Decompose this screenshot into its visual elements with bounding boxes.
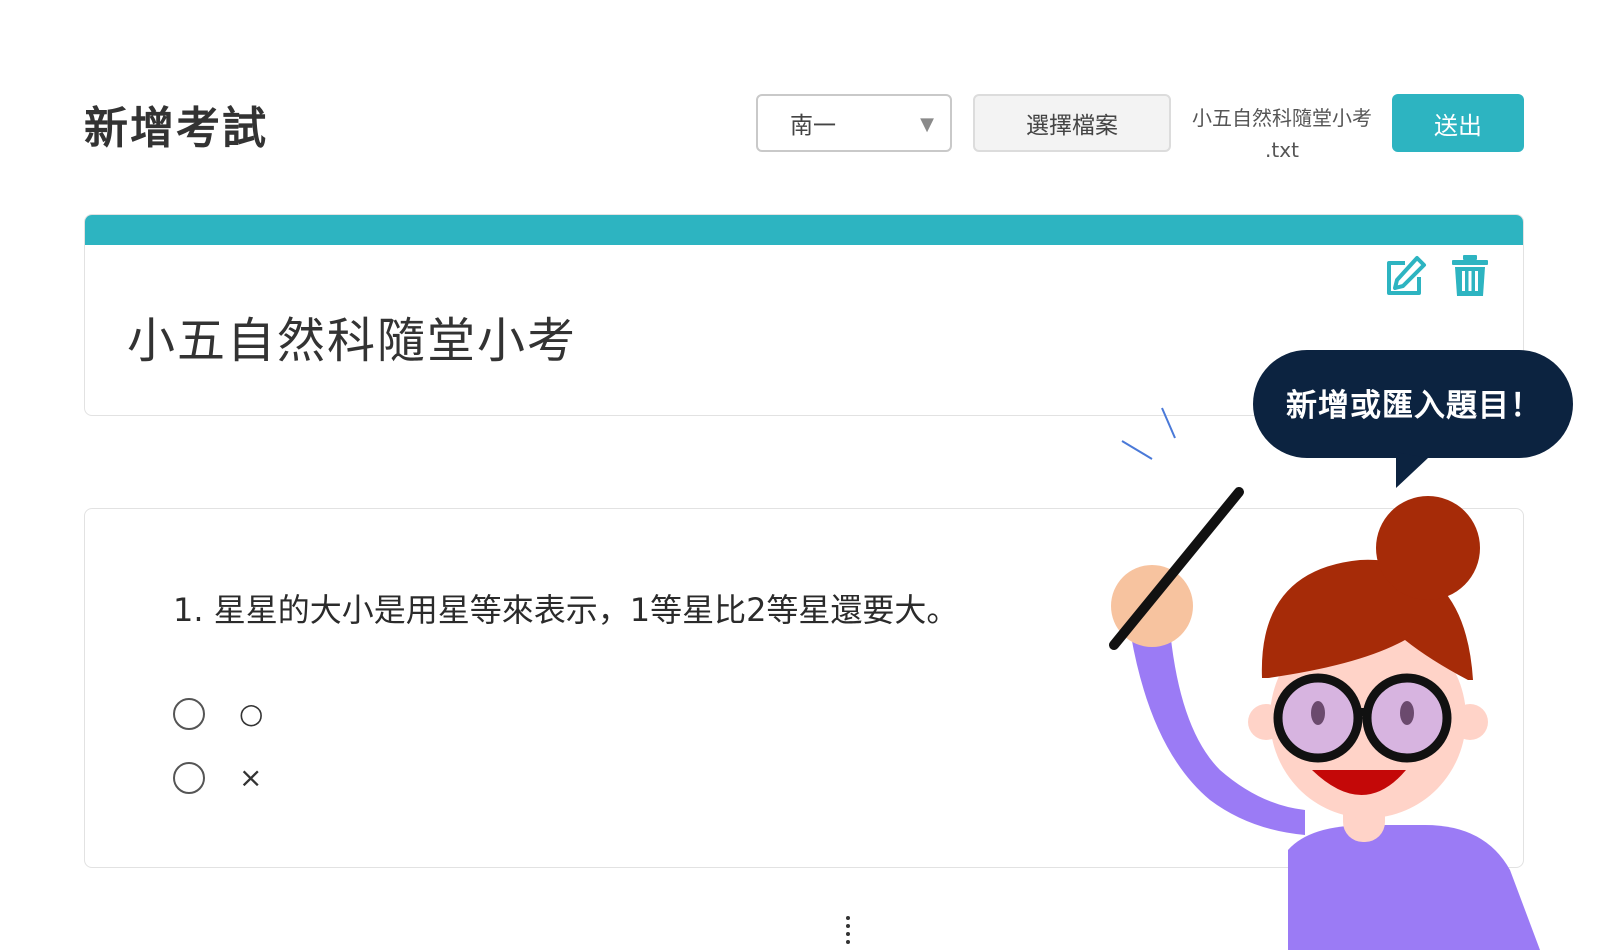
question-text: 1. 星星的大小是用星等來表示，1等星比2等星還要大。 (173, 591, 959, 629)
exam-title: 小五自然科隨堂小考 (127, 313, 578, 369)
radio-icon[interactable] (173, 761, 205, 794)
choose-file-button[interactable]: 選擇檔案 (973, 94, 1171, 152)
exam-card-accent-bar (85, 215, 1523, 245)
option-label: ○ (239, 697, 264, 730)
drag-handle-icon[interactable] (844, 914, 852, 950)
speech-bubble-text: 新增或匯入題目！ (1286, 388, 1542, 424)
option-circle[interactable]: ○ (173, 697, 263, 730)
submit-button[interactable]: 送出 (1392, 94, 1524, 152)
page-title: 新增考試 (84, 103, 268, 154)
selected-file-name: 小五自然科隨堂小考 .txt (1180, 102, 1384, 166)
publisher-select-value: 南一 (790, 113, 836, 139)
option-label: × (239, 761, 263, 794)
file-name-line-2: .txt (1265, 138, 1299, 162)
edit-icon[interactable] (1383, 255, 1427, 299)
option-cross[interactable]: × (173, 761, 262, 794)
teacher-mascot-illustration (1109, 350, 1573, 950)
publisher-select[interactable]: 南一 ▼ (756, 94, 952, 152)
file-name-line-1: 小五自然科隨堂小考 (1192, 106, 1372, 130)
trash-icon[interactable] (1451, 253, 1489, 297)
chevron-down-icon: ▼ (920, 114, 934, 135)
radio-icon[interactable] (173, 697, 205, 730)
